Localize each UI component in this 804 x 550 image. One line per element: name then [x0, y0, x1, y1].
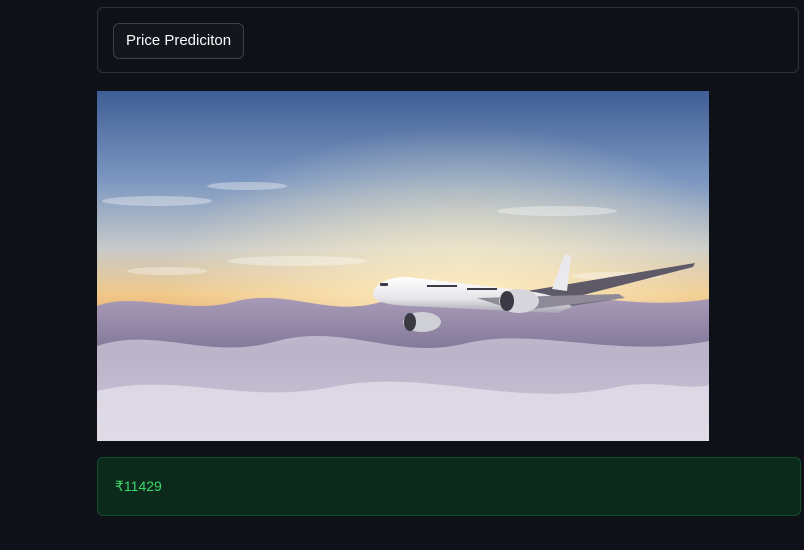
- prediction-result-box: ₹11429: [97, 457, 801, 516]
- price-prediction-button[interactable]: Price Prediciton: [113, 23, 245, 59]
- airplane-image: [97, 91, 709, 441]
- predicted-price-text: ₹11429: [115, 478, 162, 494]
- form-container: Price Prediciton: [97, 7, 799, 73]
